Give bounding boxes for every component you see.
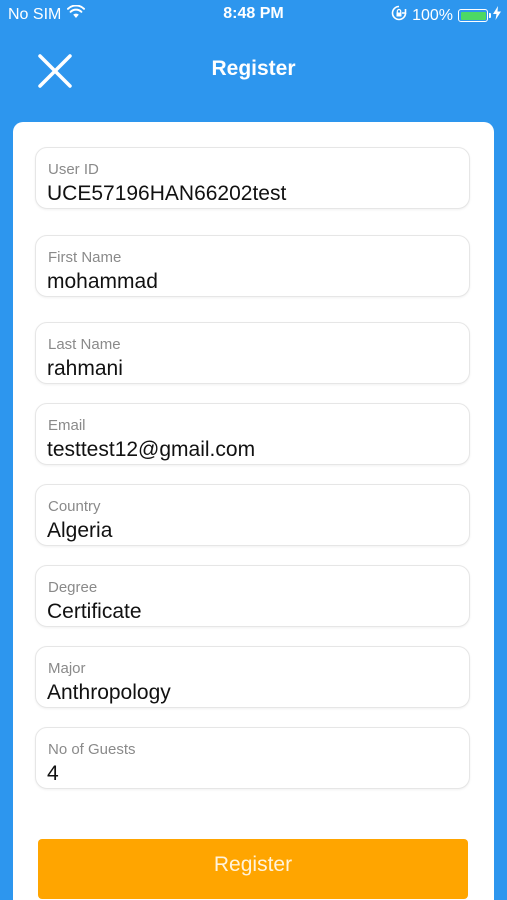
user-id-field[interactable]: User ID UCE57196HAN66202test: [35, 147, 470, 209]
status-right: 100%: [391, 5, 501, 26]
major-value[interactable]: Anthropology: [47, 681, 171, 705]
major-label: Major: [48, 660, 86, 677]
guests-value[interactable]: 4: [47, 762, 59, 786]
first-name-field[interactable]: First Name mohammad: [35, 235, 470, 297]
major-field[interactable]: Major Anthropology: [35, 646, 470, 708]
battery-level-fill: [460, 11, 486, 20]
email-value[interactable]: testtest12@gmail.com: [47, 438, 255, 462]
last-name-value[interactable]: rahmani: [47, 357, 123, 381]
last-name-field[interactable]: Last Name rahmani: [35, 322, 470, 384]
nav-bar: Register: [0, 30, 507, 110]
country-value[interactable]: Algeria: [47, 519, 112, 543]
degree-value[interactable]: Certificate: [47, 600, 142, 624]
first-name-value[interactable]: mohammad: [47, 270, 158, 294]
last-name-label: Last Name: [48, 336, 121, 353]
first-name-label: First Name: [48, 249, 122, 266]
user-id-label: User ID: [48, 161, 99, 178]
email-label: Email: [48, 417, 86, 434]
user-id-value[interactable]: UCE57196HAN66202test: [47, 182, 286, 206]
charging-bolt-icon: [493, 6, 501, 25]
status-bar: No SIM 8:48 PM 100%: [0, 0, 507, 30]
country-label: Country: [48, 498, 101, 515]
register-form-card: User ID UCE57196HAN66202test First Name …: [13, 122, 494, 900]
email-field[interactable]: Email testtest12@gmail.com: [35, 403, 470, 465]
guests-label: No of Guests: [48, 741, 136, 758]
country-field[interactable]: Country Algeria: [35, 484, 470, 546]
battery-icon: [458, 9, 491, 22]
register-screen: No SIM 8:48 PM 100% Register User ID UCE…: [0, 0, 507, 900]
battery-percent: 100%: [412, 6, 453, 24]
degree-field[interactable]: Degree Certificate: [35, 565, 470, 627]
register-button[interactable]: Register: [38, 839, 468, 899]
rotation-lock-icon: [391, 5, 407, 26]
page-title: Register: [211, 57, 296, 80]
battery-tip: [489, 13, 491, 18]
degree-label: Degree: [48, 579, 98, 596]
guests-field[interactable]: No of Guests 4: [35, 727, 470, 789]
